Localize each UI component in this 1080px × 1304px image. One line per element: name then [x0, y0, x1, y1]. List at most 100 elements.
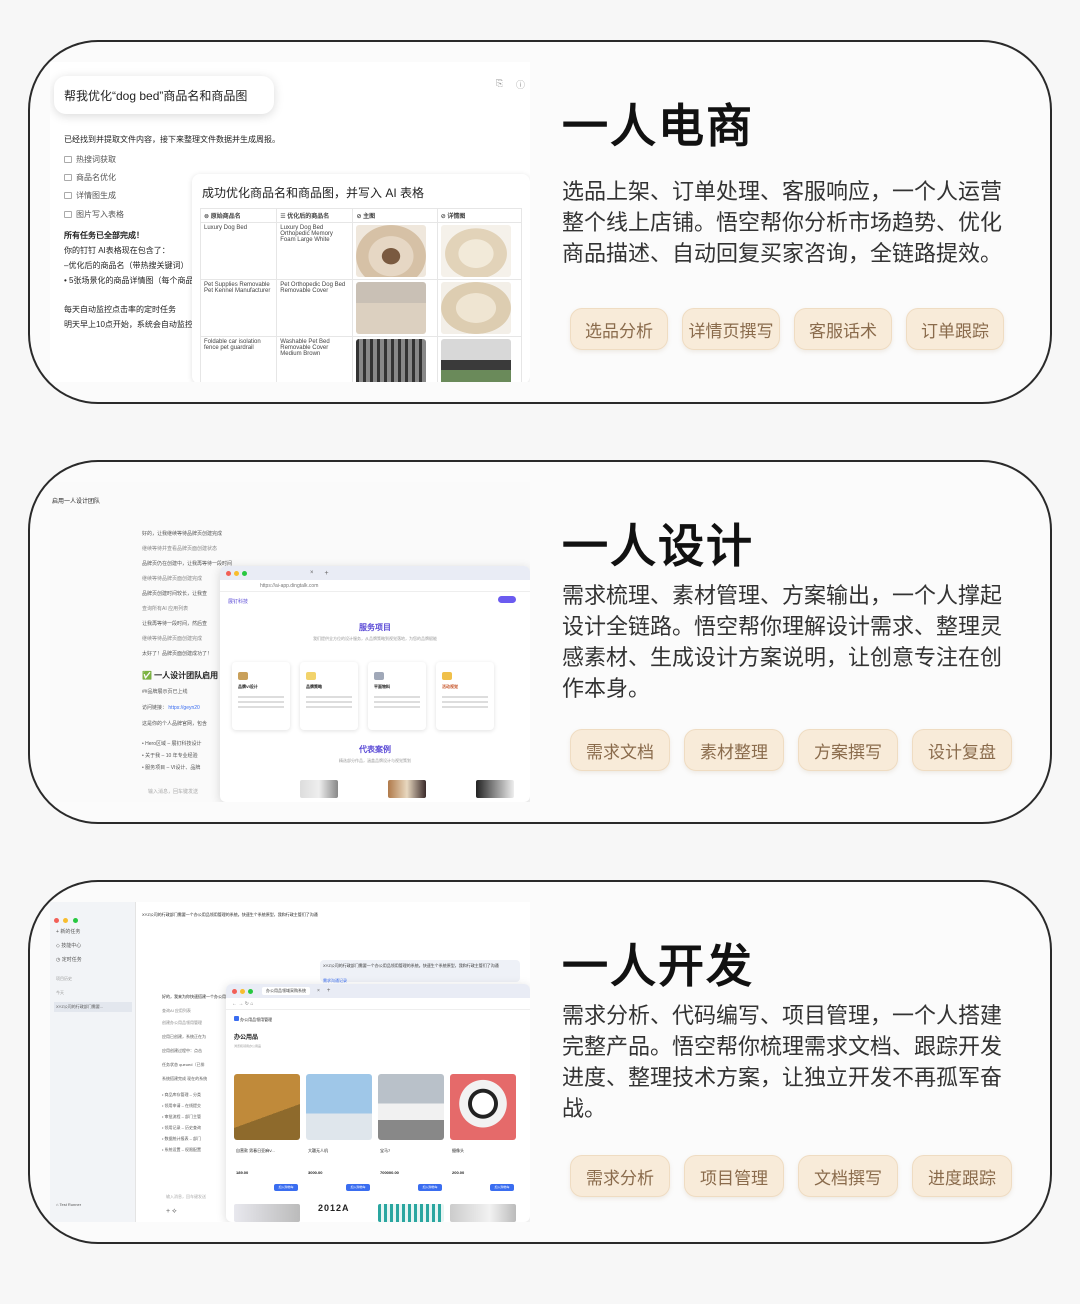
column-header: ⊜ 原始商品名 — [199, 208, 278, 223]
maximize-dot[interactable] — [248, 988, 253, 994]
sidebar-item-scheduled[interactable]: ◷ 定时任务 — [56, 956, 82, 963]
add-icon[interactable]: + ⟡ — [166, 1208, 177, 1216]
product-image[interactable] — [234, 1204, 300, 1222]
sidebar-task-item[interactable]: XYZ公司的行政部门需要... — [54, 1002, 132, 1012]
monitor-line: 明天早上10点开始，系统会自动监控 — [64, 320, 192, 329]
tag-chip[interactable]: 项目管理 — [684, 1155, 784, 1197]
table-row[interactable]: Foldable car isolation fence pet guardra… — [199, 336, 523, 382]
product-image[interactable] — [378, 1074, 444, 1140]
tag-chip[interactable]: 客服话术 — [794, 308, 892, 350]
maximize-dot[interactable] — [72, 918, 78, 923]
forward-icon[interactable]: → — [238, 1001, 243, 1007]
status-line: 已经找到并提取文件内容，接下来整理文件数据并生成周报。 — [64, 135, 280, 144]
copy-icon[interactable]: ⎘ — [496, 78, 503, 89]
attachment-link[interactable]: 需求沟通记录 — [323, 978, 347, 983]
case-photo[interactable] — [476, 780, 514, 798]
close-dot[interactable] — [54, 918, 59, 923]
maximize-dot[interactable] — [242, 570, 247, 576]
tag-chip[interactable]: 需求分析 — [570, 1155, 670, 1197]
product-label: 2012A — [318, 1203, 350, 1213]
add-to-cart-button[interactable]: 加入购物车 — [274, 1184, 298, 1191]
url-bar[interactable]: https://ai-app.dingtalk.com — [220, 580, 530, 592]
chat-line: 让我再等待一段时间，然后查 — [142, 621, 208, 627]
step-item: 热搜词获取 — [64, 154, 116, 165]
home-icon[interactable]: ⌂ — [250, 1001, 253, 1007]
card-design: 启用一人设计团队 好的，让我继续等待品牌页创建完成 继续等待并查看品牌页面创建状… — [28, 460, 1052, 824]
site-link[interactable]: https://geyn20 — [168, 705, 199, 711]
sidebar-footer[interactable]: ⌂ Test Runner — [56, 1202, 81, 1207]
product-image — [356, 282, 427, 334]
page-title: 办公用品 — [234, 1035, 259, 1041]
card-dev: + 新的任务 ◇ 技能中心 ◷ 定时任务 项目历史 今天 XYZ公司的行政部门需… — [28, 880, 1052, 1244]
tab-bar: 办公用品领域采购系统 × + — [226, 984, 530, 998]
service-icon — [306, 672, 316, 680]
add-to-cart-button[interactable]: 加入购物车 — [346, 1184, 370, 1191]
tag-chip[interactable]: 设计复盘 — [912, 729, 1012, 771]
tag-chip[interactable]: 需求文档 — [570, 729, 670, 771]
tag-chip[interactable]: 文档撰写 — [798, 1155, 898, 1197]
bullet-item: • 审批流程 – 部门主管 — [162, 1114, 201, 1119]
service-card[interactable]: 品牌VI设计 — [232, 662, 290, 730]
ecommerce-screenshot: 帮我优化“dog bed”商品名和商品图 ⎘ ⓘ 已经找到并提取文件内容，接下来… — [50, 62, 530, 382]
tag-chip[interactable]: 方案撰写 — [798, 729, 898, 771]
close-dot[interactable] — [226, 570, 231, 576]
chat-input[interactable]: 输入消息，回车键发送 — [148, 788, 198, 795]
cases-title: 代表案例 — [359, 745, 391, 754]
table-row[interactable]: Pet Supplies Removable Pet Kennel Manufa… — [199, 279, 523, 337]
service-card[interactable]: 品牌策略 — [300, 662, 358, 730]
cell-original: Foldable car isolation fence pet guardra… — [199, 336, 278, 382]
product-image[interactable] — [234, 1074, 300, 1140]
close-tab-icon[interactable]: × — [310, 570, 314, 576]
contact-button[interactable] — [498, 596, 516, 603]
services-title: 服务项目 — [359, 623, 391, 632]
done-line: 你的钉钉 AI表格现在包含了： — [64, 246, 170, 255]
section-description: 选品上架、订单处理、客服响应，一个人运营整个线上店铺。悟空帮你分析市场趋势、优化… — [562, 179, 1003, 266]
new-tab-icon[interactable]: + — [325, 570, 329, 577]
step-item: 详情图生成 — [64, 190, 116, 201]
minimize-dot[interactable] — [63, 918, 69, 923]
tag-chip[interactable]: 订单跟踪 — [906, 308, 1004, 350]
table-row[interactable]: Luxury Dog Bed Luxury Dog Bed Orthopedic… — [199, 222, 523, 280]
brand-logo[interactable]: 展钉科技 — [228, 598, 248, 605]
product-image[interactable] — [378, 1204, 444, 1222]
app-brand[interactable]: 办公用品领用管理 — [234, 1016, 272, 1023]
design-screenshot: 启用一人设计团队 好的，让我继续等待品牌页创建完成 继续等待并查看品牌页面创建状… — [50, 482, 530, 802]
product-image[interactable] — [450, 1074, 516, 1140]
product-image — [356, 225, 427, 277]
tag-chip[interactable]: 详情页撰写 — [682, 308, 780, 350]
cell-main-image — [352, 222, 438, 280]
close-dot[interactable] — [232, 988, 237, 994]
close-tab-icon[interactable]: × — [317, 988, 320, 994]
tag-chip[interactable]: 进度跟踪 — [912, 1155, 1012, 1197]
tag-chip[interactable]: 素材整理 — [684, 729, 784, 771]
browser-tab[interactable]: 办公用品领域采购系统 — [262, 987, 310, 995]
bullet-item: • 商品库存管理 – 分类 — [162, 1092, 201, 1097]
minimize-dot[interactable] — [234, 570, 239, 576]
new-tab-icon[interactable]: + — [327, 988, 331, 994]
reload-icon[interactable]: ↻ — [245, 1001, 249, 1007]
case-photo[interactable] — [388, 780, 426, 798]
chat-input[interactable]: 输入消息，回车键发送 — [166, 1194, 226, 1200]
sidebar-item-skills[interactable]: ◇ 技能中心 — [56, 942, 81, 949]
product-image — [440, 282, 511, 334]
minimize-dot[interactable] — [240, 988, 245, 994]
chat-line: 应用已创建，系统正在为 — [162, 1034, 206, 1039]
add-to-cart-button[interactable]: 加入购物车 — [490, 1184, 514, 1191]
bullet-item: • 领用申请 – 在线提交 — [162, 1103, 201, 1108]
sidebar-label: 项目历史 — [56, 976, 72, 981]
add-to-cart-button[interactable]: 加入购物车 — [418, 1184, 442, 1191]
service-card[interactable]: 活动视觉 — [436, 662, 494, 730]
product-image[interactable] — [450, 1204, 516, 1222]
chat-line: 任务状态 queued（已排 — [162, 1062, 205, 1067]
panel-title: 成功优化商品名和商品图，并写入 AI 表格 — [202, 186, 425, 200]
back-icon[interactable]: ← — [232, 1001, 237, 1007]
info-icon[interactable]: ⓘ — [516, 78, 525, 91]
product-image[interactable] — [306, 1074, 372, 1140]
tag-list: 选品分析 详情页撰写 客服话术 订单跟踪 — [570, 308, 1004, 350]
sidebar-item-new-task[interactable]: + 新的任务 — [56, 928, 80, 935]
service-card[interactable]: 平面物料 — [368, 662, 426, 730]
case-photo[interactable] — [300, 780, 338, 798]
tag-chip[interactable]: 选品分析 — [570, 308, 668, 350]
bullet-item: • 领用记录 – 历史查询 — [162, 1125, 201, 1130]
app-sidebar: + 新的任务 ◇ 技能中心 ◷ 定时任务 项目历史 今天 XYZ公司的行政部门需… — [50, 902, 136, 1222]
